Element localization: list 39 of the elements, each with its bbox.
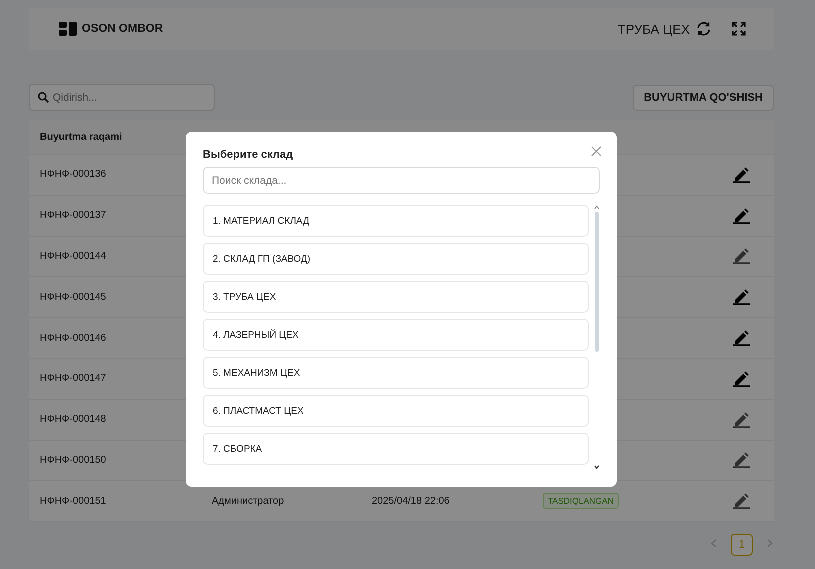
scroll-up-icon[interactable]: [594, 205, 600, 210]
table-cell-text: НФНФ-000137: [40, 210, 108, 222]
table-cell-text: НФНФ-000147: [40, 373, 108, 384]
table-cell: Администратор: [212, 496, 284, 507]
edit-icon[interactable]: [732, 289, 750, 306]
table-cell: 2025/04/18 22:06: [372, 496, 450, 507]
table-cell-text: НФНФ-000146: [40, 332, 108, 344]
warehouse-item[interactable]: 4. ЛАЗЕРНЫЙ ЦЕХ: [203, 319, 589, 351]
warehouse-item[interactable]: 7. СБОРКА: [203, 433, 589, 465]
logo-icon: [59, 22, 77, 36]
edit-icon[interactable]: [732, 208, 750, 224]
table-cell-text: НФНФ-000151: [40, 496, 108, 507]
warehouse-item[interactable]: 1. МАТЕРИАЛ СКЛАД: [203, 205, 589, 237]
warehouse-search-field[interactable]: Поиск склада...: [203, 167, 600, 194]
table-cell-text: НФНФ-000150: [40, 454, 108, 466]
edit-icon[interactable]: [732, 330, 750, 346]
warehouse-item[interactable]: 3. ТРУБА ЦЕХ: [203, 281, 589, 313]
warehouse-name[interactable]: ТРУБА ЦЕХ: [618, 22, 690, 36]
table-cell-text: НФНФ-000145: [40, 292, 108, 303]
search-field[interactable]: Qidirish...: [29, 84, 215, 111]
warehouse-item[interactable]: 5. МЕХАНИЗМ ЦЕХ: [203, 357, 589, 389]
add-order-button[interactable]: BUYURTMA QO'SHISH: [633, 84, 774, 110]
status-tag: TASDIQLANGAN: [543, 492, 619, 509]
close-icon[interactable]: [591, 146, 602, 157]
scroll-down-icon[interactable]: [594, 465, 600, 470]
edit-icon[interactable]: [732, 166, 750, 183]
search-icon: [38, 92, 49, 103]
warehouse-item[interactable]: 2. СКЛАД ГП (ЗАВОД): [203, 243, 589, 275]
table-cell-text: НФНФ-000144: [40, 250, 108, 262]
edit-icon[interactable]: [732, 370, 750, 387]
table-cell-text: НФНФ-000136: [40, 169, 108, 180]
scrollbar-thumb[interactable]: [594, 212, 598, 352]
warehouse-item[interactable]: 6. ПЛАСТМАСТ ЦЕХ: [203, 395, 589, 427]
dialog-title: Выберите склад: [203, 149, 294, 161]
column-header: Buyurtma raqami: [40, 132, 122, 142]
fullscreen-icon[interactable]: [732, 22, 746, 36]
refresh-icon[interactable]: [696, 21, 712, 37]
table-cell-text: НФНФ-000148: [40, 414, 108, 426]
brand-name: OSON OMBOR: [82, 23, 164, 35]
